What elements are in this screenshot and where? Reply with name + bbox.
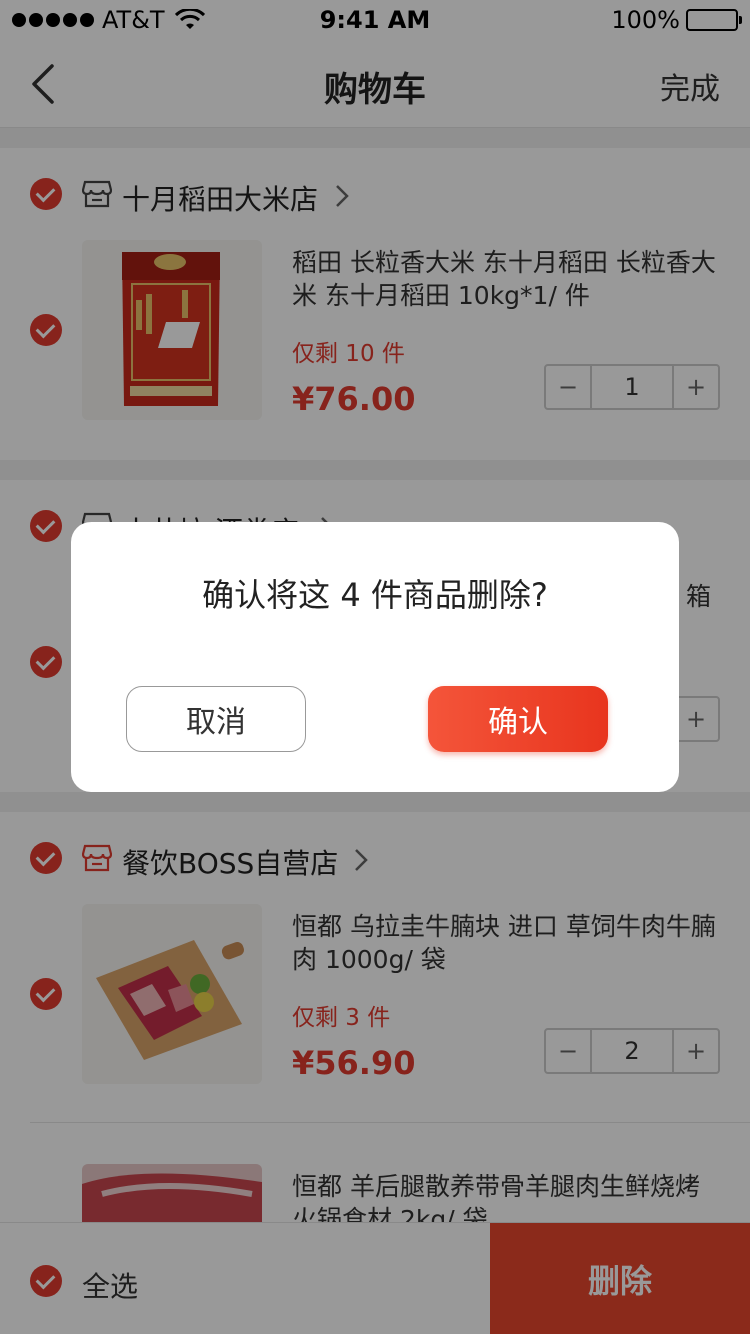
confirm-button[interactable]: 确认	[428, 686, 608, 752]
dialog-message: 确认将这 4 件商品删除?	[202, 576, 548, 614]
confirm-delete-dialog: 确认将这 4 件商品删除? 取消 确认	[71, 522, 679, 792]
cancel-button[interactable]: 取消	[126, 686, 306, 752]
